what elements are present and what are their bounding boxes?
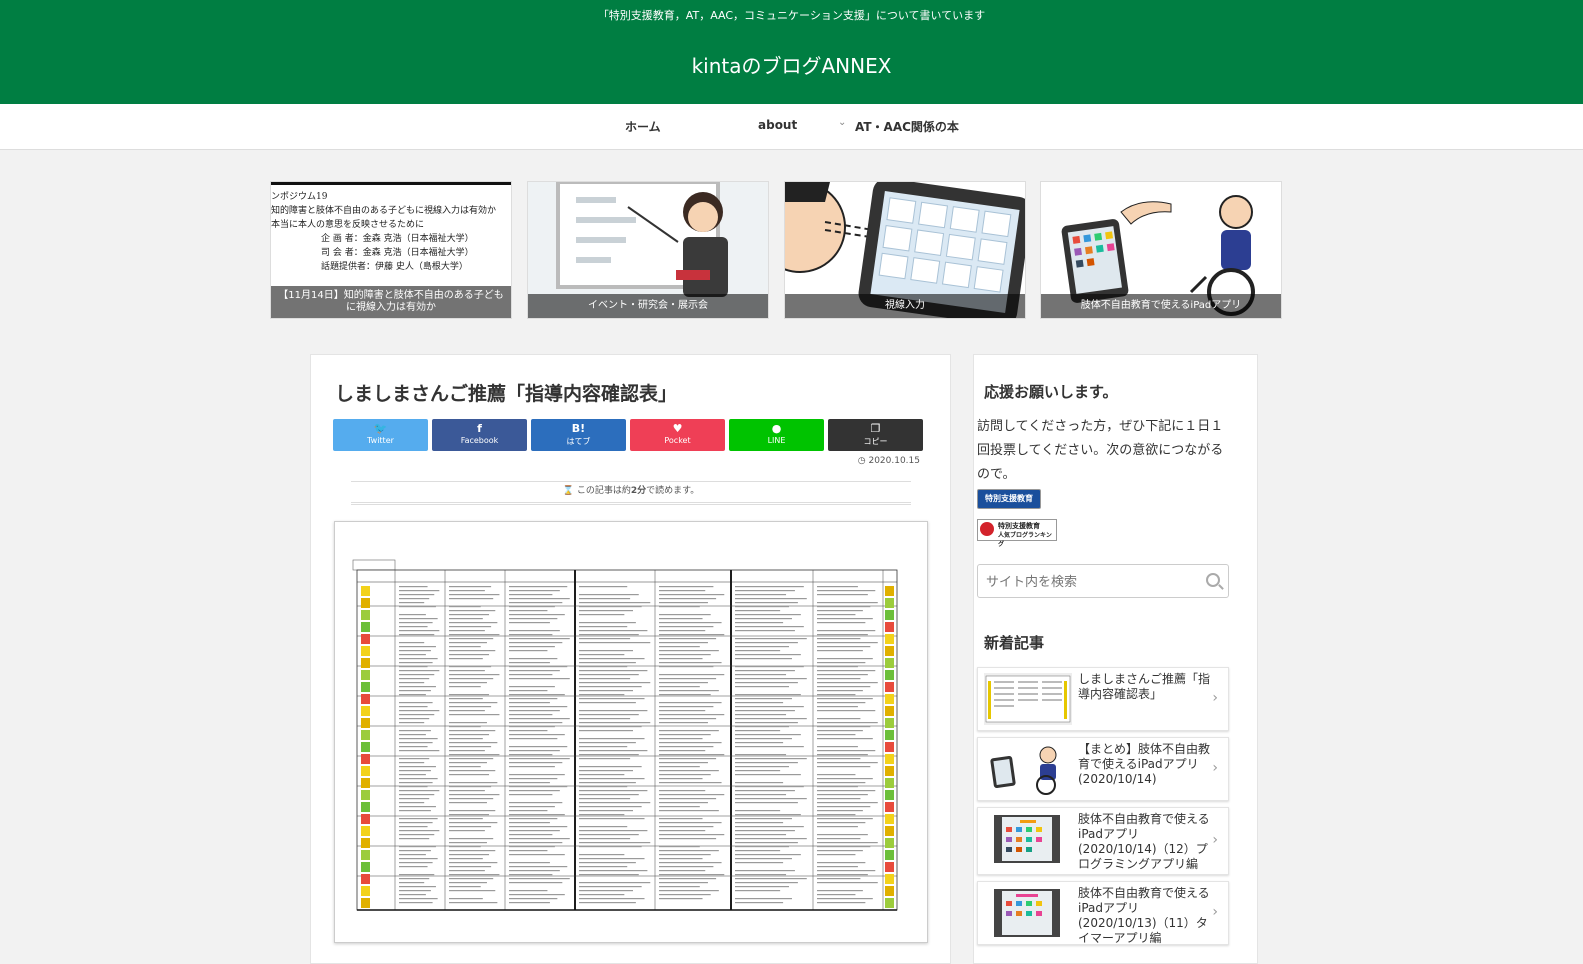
- line-icon: ●: [771, 422, 782, 435]
- featured-card-symposium[interactable]: ンポジウム19 知的障害と肢体不自由のある子どもに視線入力は有効か 本当に本人の…: [270, 181, 512, 319]
- share-line-button[interactable]: ● LINE: [729, 419, 824, 451]
- main-article: しましまさんご推薦「指導内容確認表」 🐦 Twitter f Facebook …: [310, 354, 951, 964]
- card-caption: イベント・研究会・展示会: [528, 294, 768, 318]
- post-date: ◷ 2020.10.15: [857, 456, 920, 466]
- recent-post-thumb: [984, 673, 1072, 725]
- featured-card-ipad-apps[interactable]: 肢体不自由教育で使えるiPadアプリ: [1040, 181, 1282, 319]
- post-title: しましまさんご推薦「指導内容確認表」: [335, 383, 678, 405]
- site-tagline: 「特別支援教育，AT，AAC，コミュニケーション支援」について書いています: [597, 9, 986, 22]
- card-caption: 肢体不自由教育で使えるiPadアプリ: [1041, 294, 1281, 318]
- recent-post-title: 【まとめ】肢体不自由教育で使えるiPadアプリ(2020/10/14): [1078, 742, 1211, 786]
- featured-card-eyegaze[interactable]: 視線入力: [784, 181, 1026, 319]
- nav-books[interactable]: AT・AAC関係の本: [855, 118, 959, 135]
- site-header: 「特別支援教育，AT，AAC，コミュニケーション支援」について書いています ki…: [0, 0, 1583, 104]
- twitter-icon: 🐦: [373, 422, 388, 435]
- hatena-icon: B!: [571, 422, 586, 435]
- copy-icon: ❐: [870, 422, 881, 435]
- pocket-icon: ♥: [672, 422, 683, 435]
- recent-posts-title: 新着記事: [984, 634, 1045, 652]
- chevron-down-icon[interactable]: ⌄: [838, 117, 846, 128]
- support-widget-title: 応援お願いします。: [984, 383, 1118, 401]
- featured-card-events[interactable]: イベント・研究会・展示会: [527, 181, 769, 319]
- site-search: [977, 564, 1229, 598]
- recent-post-title: 肢体不自由教育で使えるiPadアプリ(2020/10/13)（11）タイマーアプ…: [1078, 886, 1210, 945]
- guidance-checklist-image: [352, 559, 898, 911]
- card-caption: 【11月14日】知的障害と肢体不自由のある子どもに視線入力は有効か: [271, 286, 511, 318]
- share-pocket-button[interactable]: ♥ Pocket: [630, 419, 725, 451]
- chevron-right-icon: ›: [1212, 690, 1218, 706]
- chevron-right-icon: ›: [1212, 832, 1218, 848]
- site-title-link[interactable]: kintaのブログANNEX: [0, 50, 1583, 79]
- search-icon[interactable]: [1206, 573, 1220, 587]
- recent-post-thumb: [984, 743, 1072, 795]
- read-time: ⌛ この記事は約2分で読めます。: [351, 481, 911, 505]
- hourglass-icon: ⌛: [562, 486, 574, 496]
- nav-home[interactable]: ホーム: [625, 118, 661, 135]
- facebook-icon: f: [477, 422, 482, 435]
- share-copy-button[interactable]: ❐ コピー: [828, 419, 923, 451]
- nav-about[interactable]: about: [758, 118, 797, 132]
- chevron-right-icon: ›: [1212, 760, 1218, 776]
- clock-icon: ◷: [857, 456, 866, 466]
- recent-post-item[interactable]: しましまさんご推薦「指導内容確認表」 ›: [977, 667, 1229, 731]
- recent-post-item[interactable]: 肢体不自由教育で使えるiPadアプリ(2020/10/13)（11）タイマーアプ…: [977, 881, 1229, 945]
- share-twitter-button[interactable]: 🐦 Twitter: [333, 419, 428, 451]
- recent-post-title: 肢体不自由教育で使えるiPadアプリ(2020/10/14)（12）プログラミン…: [1078, 812, 1210, 871]
- article-image[interactable]: [334, 521, 928, 943]
- support-widget-text: 訪問してくださった方，ぜひ下記に１日１回投票してください。次の意欲につながるので…: [977, 419, 1224, 482]
- ranking-logo-icon: [980, 522, 994, 536]
- global-nav: ホーム about ⌄ AT・AAC関係の本: [0, 104, 1583, 150]
- share-facebook-button[interactable]: f Facebook: [432, 419, 527, 451]
- card-caption: 視線入力: [785, 294, 1025, 318]
- search-input[interactable]: [984, 567, 1198, 597]
- recent-post-thumb: [984, 813, 1072, 865]
- symposium-doc-image: ンポジウム19 知的障害と肢体不自由のある子どもに視線入力は有効か 本当に本人の…: [271, 192, 497, 272]
- chevron-right-icon: ›: [1212, 904, 1218, 920]
- blog-ranking-banner[interactable]: 特別支援教育 人気ブログランキング: [977, 519, 1057, 548]
- recent-post-item[interactable]: 【まとめ】肢体不自由教育で使えるiPadアプリ(2020/10/14) ›: [977, 737, 1229, 801]
- recent-post-title: しましまさんご推薦「指導内容確認表」: [1078, 672, 1211, 701]
- ranking-badge-link[interactable]: 特別支援教育: [977, 489, 1041, 509]
- recent-post-item[interactable]: 肢体不自由教育で使えるiPadアプリ(2020/10/14)（12）プログラミン…: [977, 807, 1229, 875]
- share-hatena-button[interactable]: B! はてブ: [531, 419, 626, 451]
- recent-post-thumb: [984, 887, 1072, 939]
- sidebar: 応援お願いします。 訪問してくださった方，ぜひ下記に１日１回投票してください。次…: [973, 354, 1258, 964]
